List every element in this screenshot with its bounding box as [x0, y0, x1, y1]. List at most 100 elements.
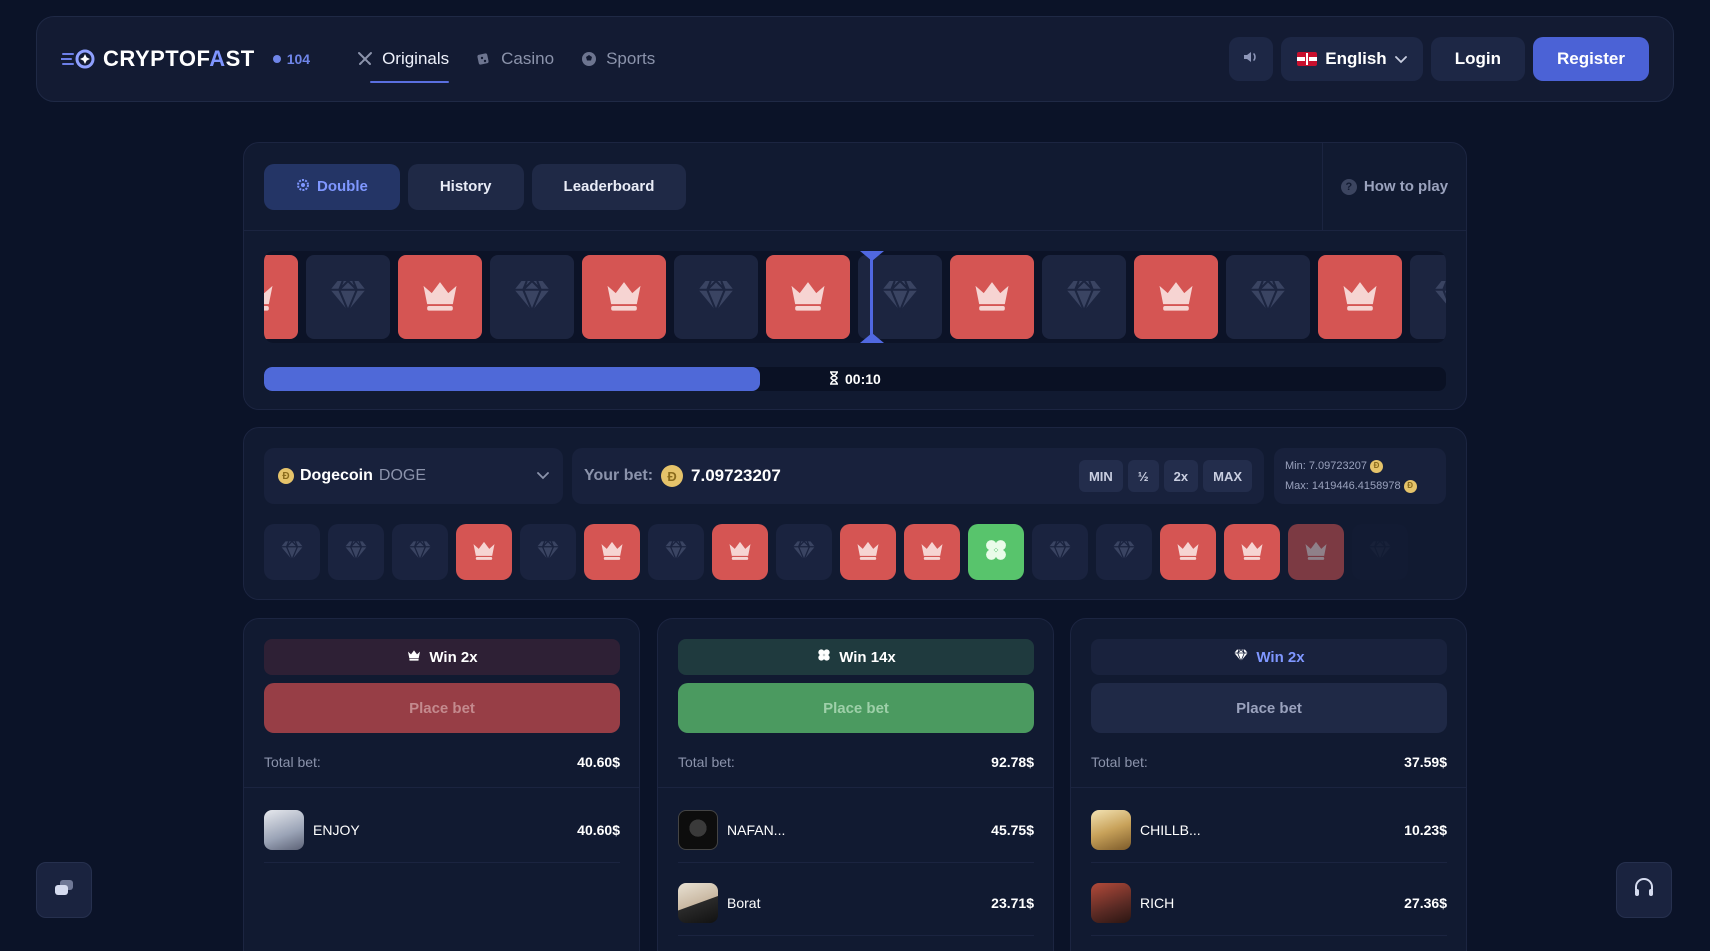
- crown-icon: [1302, 536, 1330, 569]
- crown-icon: [470, 536, 498, 569]
- history-result-diamond: [264, 524, 320, 580]
- bet-amount-field[interactable]: Your bet: Ð 7.09723207 MIN ½ 2x MAX: [572, 448, 1264, 504]
- uk-flag-icon: [1297, 52, 1318, 66]
- chat-button[interactable]: [36, 862, 92, 918]
- player-amount: 27.36$: [1404, 894, 1447, 911]
- history-result-diamond: [776, 524, 832, 580]
- history-result-diamond: [520, 524, 576, 580]
- reel-tile-crown: [950, 255, 1034, 339]
- diamond-icon: [1431, 274, 1446, 321]
- crown-icon: [1174, 536, 1202, 569]
- avatar: [264, 809, 304, 850]
- support-button[interactable]: [1616, 862, 1672, 918]
- half-button[interactable]: ½: [1127, 460, 1159, 492]
- player-amount: 23.71$: [991, 894, 1034, 911]
- bet-modifiers: MIN ½ 2x MAX: [1078, 460, 1252, 492]
- crown-icon: [726, 536, 754, 569]
- history-result-crown: [840, 524, 896, 580]
- history-result-diamond: [328, 524, 384, 580]
- recent-results: [264, 524, 1408, 580]
- game-tabs: Double History Leaderboard ? How to play: [244, 143, 1466, 231]
- crown-bet-column: Win 2x Place bet Total bet: 40.60$ ENJOY…: [243, 618, 640, 951]
- max-limit: Max: 1419446.4158978 Ð: [1285, 476, 1435, 496]
- main-nav: Originals Casino Sports: [356, 43, 655, 83]
- diamond-icon: [695, 274, 737, 321]
- clover-icon: [982, 536, 1010, 569]
- nav-label: Sports: [606, 49, 656, 68]
- nav-item-casino[interactable]: Casino: [475, 43, 554, 75]
- crown-icon: [854, 536, 882, 569]
- list-item: NAFAN... 45.75$: [678, 797, 1034, 863]
- brand-logo[interactable]: CRYPTOFAST: [60, 46, 255, 72]
- coin-symbol: DOGE: [378, 467, 427, 484]
- reel-track: [264, 251, 1446, 339]
- max-limit-text: Max: 1419446.4158978: [1285, 480, 1401, 492]
- min-limit-text: Min: 7.09723207: [1285, 460, 1367, 472]
- player-name: CHILLB...: [1140, 821, 1201, 838]
- login-button[interactable]: Login: [1430, 37, 1525, 81]
- gear-icon: [296, 178, 310, 196]
- diamond-icon: [535, 537, 561, 568]
- list-item: CHILLB... 10.23$: [1091, 797, 1447, 863]
- tab-label: Double: [317, 178, 368, 195]
- crown-icon: [1154, 273, 1198, 322]
- player-name: NAFAN...: [727, 821, 786, 838]
- currency-select[interactable]: Ð Dogecoin DOGE: [264, 448, 563, 504]
- online-count: 104: [286, 51, 311, 67]
- clover-icon: [816, 647, 832, 667]
- place-bet-diamond-button[interactable]: Place bet: [1091, 683, 1447, 733]
- place-bet-clover-button[interactable]: Place bet: [678, 683, 1034, 733]
- reel-tile-crown: [264, 255, 298, 339]
- how-to-play-link[interactable]: ? How to play: [1322, 143, 1466, 230]
- divider: [1071, 787, 1466, 788]
- tab-history[interactable]: History: [407, 163, 524, 210]
- swords-icon: [356, 50, 374, 68]
- sound-toggle-button[interactable]: [1229, 37, 1274, 81]
- reel-tile-diamond: [1410, 255, 1446, 339]
- max-button[interactable]: MAX: [1203, 460, 1252, 492]
- tab-leaderboard[interactable]: Leaderboard: [531, 163, 687, 210]
- nav-label: Originals: [382, 49, 450, 68]
- register-button[interactable]: Register: [1532, 37, 1649, 81]
- nav-label: Casino: [501, 49, 555, 68]
- nav-item-originals[interactable]: Originals: [356, 43, 450, 83]
- total-value: 37.59$: [1404, 754, 1447, 770]
- history-result-diamond: [392, 524, 448, 580]
- countdown-timer: 00:10: [829, 367, 881, 391]
- reel-pointer-top-icon: [860, 251, 884, 261]
- crown-icon: [918, 536, 946, 569]
- double-button[interactable]: 2x: [1163, 460, 1199, 492]
- player-name: Borat: [727, 894, 761, 911]
- chat-bubbles-icon: [53, 878, 75, 903]
- reel-tile-crown: [1134, 255, 1218, 339]
- question-icon: ?: [1340, 178, 1357, 195]
- chevron-down-icon: [1394, 49, 1407, 69]
- logo-mark-icon: [60, 48, 97, 70]
- avatar: [1091, 809, 1131, 850]
- diamond-icon: [1111, 537, 1137, 568]
- history-result-crown: [904, 524, 960, 580]
- win-multiplier-header: Win 2x: [1091, 639, 1447, 675]
- reel-tile-crown: [582, 255, 666, 339]
- crown-icon: [406, 647, 422, 667]
- total-bet-row: Total bet: 37.59$: [1091, 747, 1447, 777]
- divider: [244, 787, 639, 788]
- bet-value[interactable]: 7.09723207: [691, 466, 781, 486]
- divider: [658, 787, 1053, 788]
- history-result-crown: [584, 524, 640, 580]
- place-bet-crown-button[interactable]: Place bet: [264, 683, 620, 733]
- min-button[interactable]: MIN: [1078, 460, 1123, 492]
- ball-icon: [580, 50, 598, 68]
- total-value: 40.60$: [577, 754, 620, 770]
- history-result-diamond: [648, 524, 704, 580]
- language-select[interactable]: English: [1281, 37, 1423, 81]
- total-bet-row: Total bet: 40.60$: [264, 747, 620, 777]
- nav-item-sports[interactable]: Sports: [580, 43, 655, 75]
- win-multiplier-header: Win 14x: [678, 639, 1034, 675]
- reel-tile-crown: [1318, 255, 1402, 339]
- reel-tile-crown: [398, 255, 482, 339]
- diamond-icon: [407, 537, 433, 568]
- win-multiplier-header: Win 2x: [264, 639, 620, 675]
- tab-double[interactable]: Double: [264, 163, 400, 210]
- history-result-crown: [1288, 524, 1344, 580]
